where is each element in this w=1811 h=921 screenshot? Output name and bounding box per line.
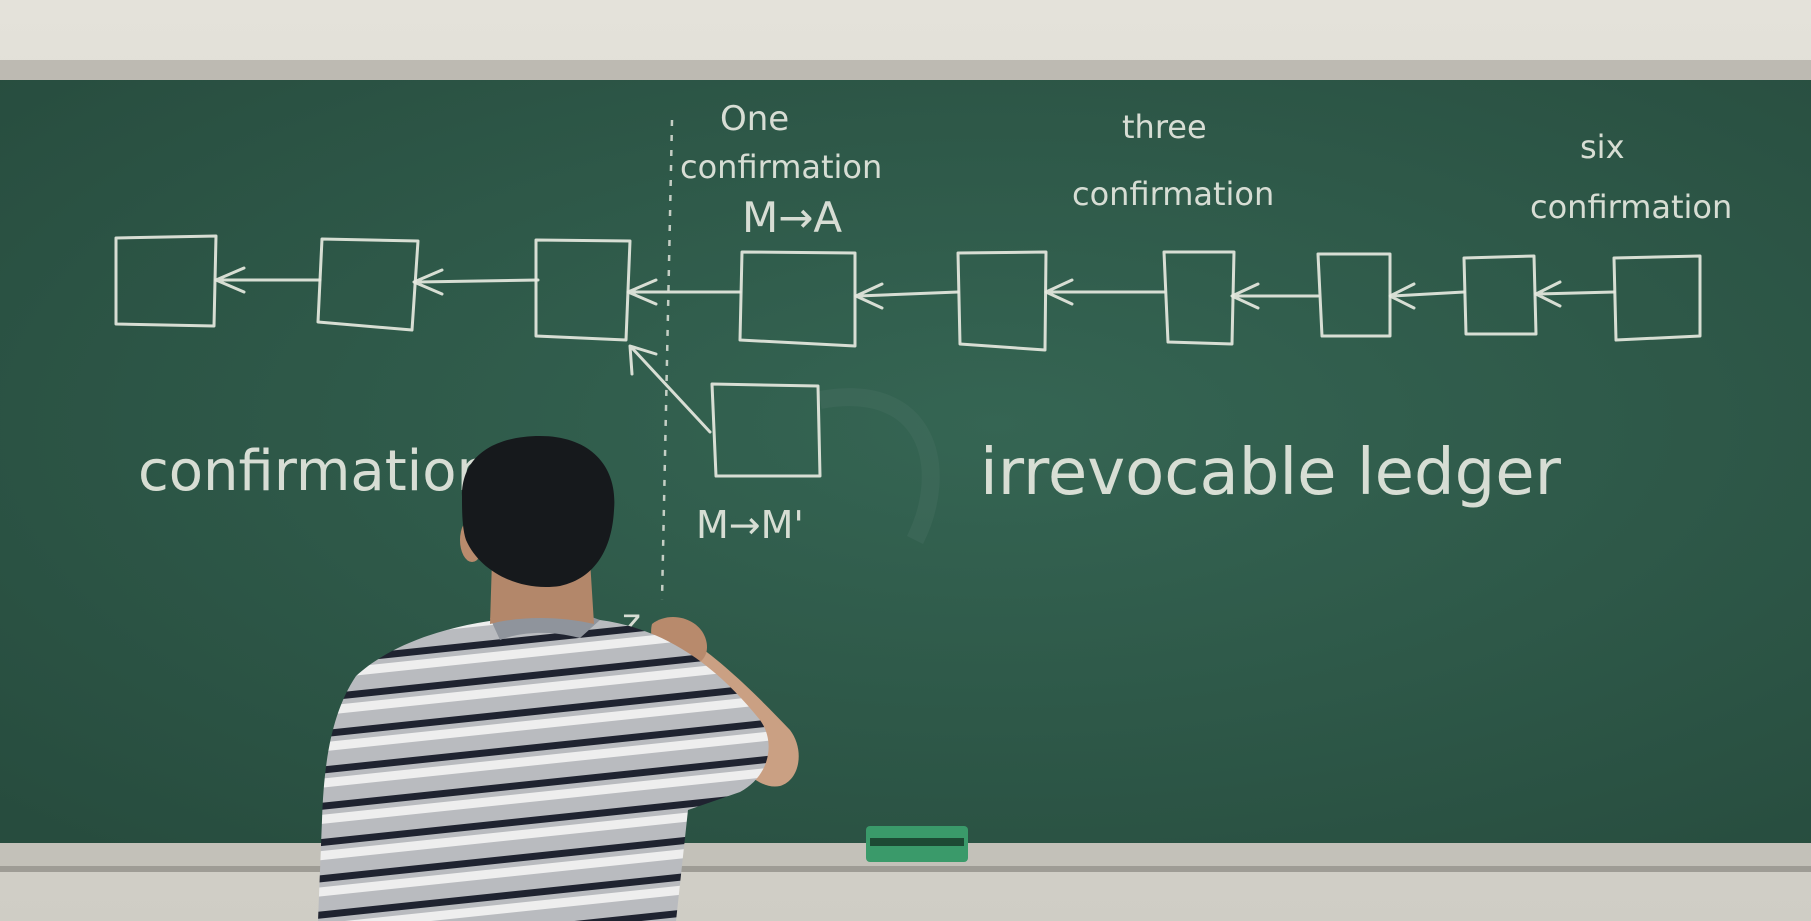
label-one-line2: confirmation [680, 148, 882, 186]
eraser-band [870, 838, 964, 846]
label-six-line1: six [1580, 128, 1625, 166]
label-three-line1: three [1122, 108, 1207, 146]
label-three-line2: confirmation [1072, 175, 1274, 213]
lecture-scene: One confirmation M→A three confirmation … [0, 0, 1811, 921]
label-confirmation-word: confirmation [138, 439, 492, 504]
board-top-frame [0, 60, 1811, 82]
label-one-line1: One [720, 99, 789, 139]
label-fork-mapping: M→M' [696, 503, 804, 547]
label-one-mapping: M→A [742, 193, 842, 242]
lecturer-head [462, 436, 615, 588]
chalk-tray-edge [0, 866, 1811, 872]
label-irrevocable-ledger: irrevocable ledger [980, 436, 1562, 510]
label-six-line2: confirmation [1530, 188, 1732, 226]
